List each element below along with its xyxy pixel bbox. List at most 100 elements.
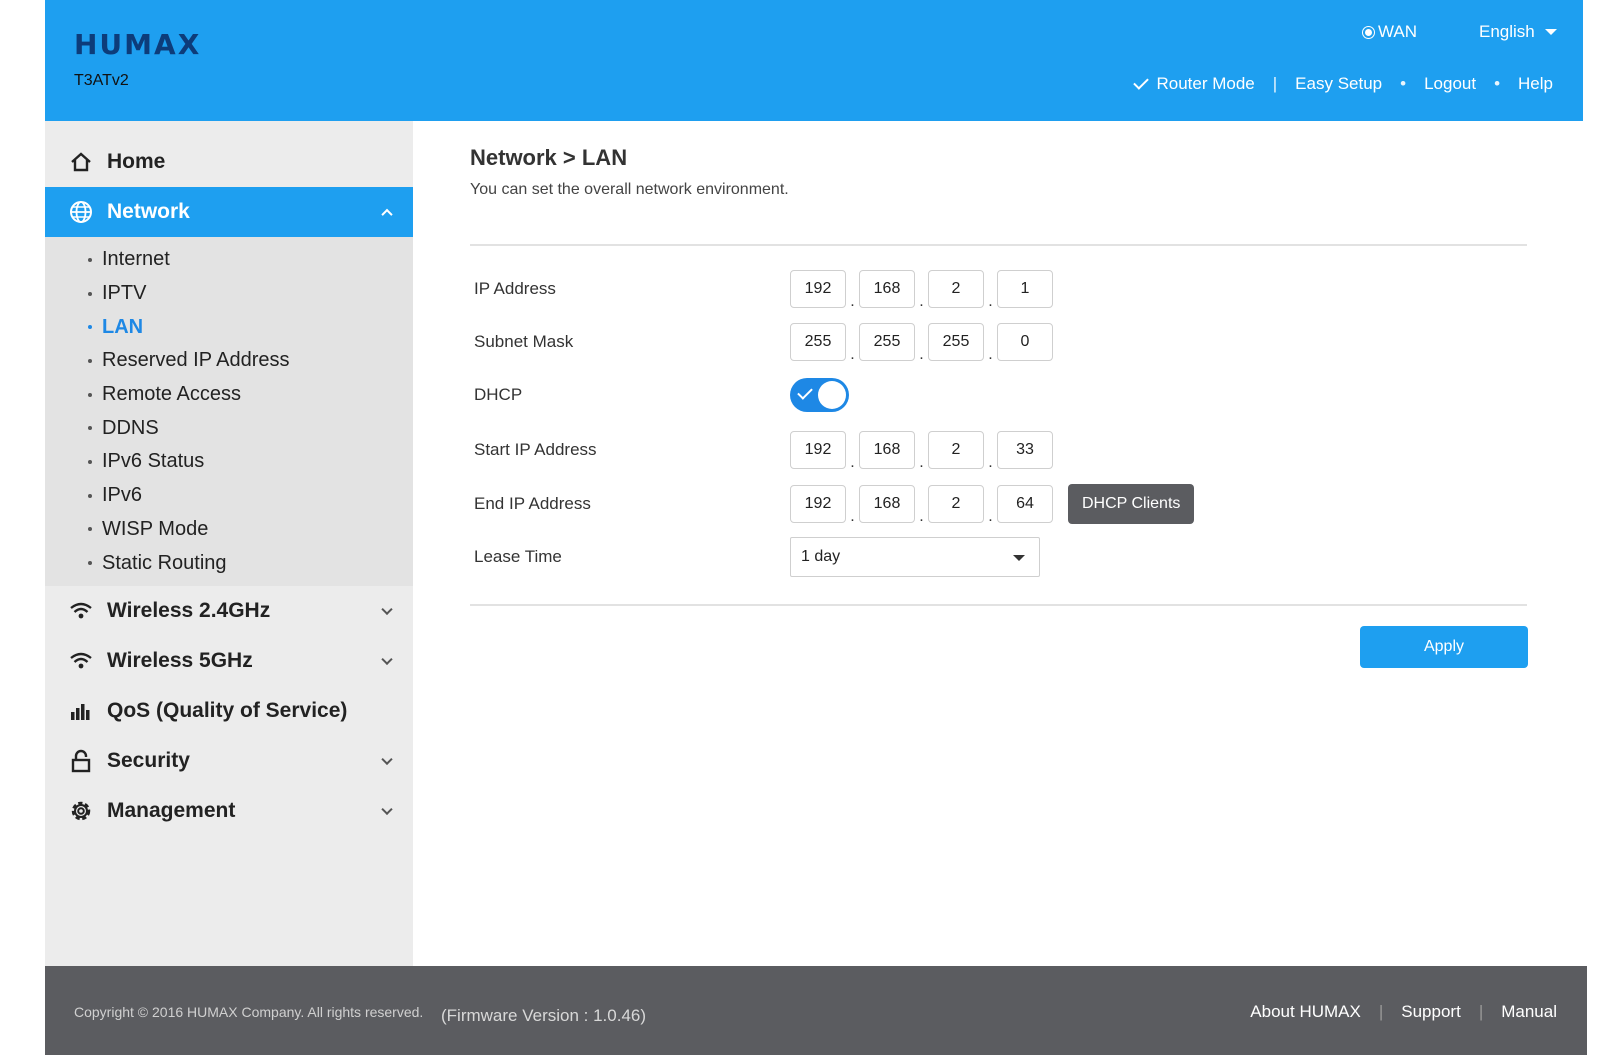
sidebar-item-iptv[interactable]: IPTV: [45, 277, 413, 311]
sidebar-item-wireless-24[interactable]: Wireless 2.4GHz: [45, 586, 413, 636]
bullet-icon: [88, 527, 92, 532]
ip-address-label: IP Address: [474, 279, 556, 298]
subnet-octet-input[interactable]: 255: [928, 323, 984, 361]
subnet-octet-input[interactable]: 255: [790, 323, 846, 361]
octet-separator: .: [919, 454, 924, 471]
bullet-icon: [88, 459, 92, 464]
chevron-down-icon: [381, 803, 393, 815]
sidebar-item-reserved-ip[interactable]: Reserved IP Address: [45, 344, 413, 378]
wan-status-icon: [1363, 26, 1374, 38]
octet-separator: .: [850, 293, 855, 310]
ip-octet-input[interactable]: 168: [859, 270, 915, 308]
globe-icon: [69, 200, 93, 224]
sidebar-item-label: Remote Access: [102, 383, 241, 406]
end-ip-row: End IP Address 192 . 168 . 2 . 64 DHCP C…: [474, 484, 1524, 525]
apply-button[interactable]: Apply: [1360, 626, 1528, 668]
lease-time-label: Lease Time: [474, 547, 562, 566]
start-ip-octet-input[interactable]: 168: [859, 431, 915, 469]
subnet-octet-input[interactable]: 255: [859, 323, 915, 361]
dhcp-toggle[interactable]: [790, 378, 849, 412]
header: HUMAX T3ATv2 WAN English Router Mode | E…: [45, 0, 1583, 121]
footer: Copyright © 2016 HUMAX Company. All righ…: [45, 966, 1587, 1055]
ip-octet-input[interactable]: 192: [790, 270, 846, 308]
ip-octet-input[interactable]: 2: [928, 270, 984, 308]
sidebar-item-label: DDNS: [102, 416, 159, 439]
language-label: English: [1479, 22, 1535, 41]
about-humax-link[interactable]: About HUMAX: [1250, 1002, 1361, 1022]
bullet-icon: [88, 493, 92, 498]
end-ip-octet-input[interactable]: 2: [928, 485, 984, 523]
manual-link[interactable]: Manual: [1501, 1002, 1557, 1022]
wifi-icon: [69, 599, 93, 623]
language-select[interactable]: English: [1479, 22, 1557, 42]
sidebar-item-remote-access[interactable]: Remote Access: [45, 378, 413, 412]
ip-address-fields: 192 . 168 . 2 . 1: [790, 270, 1053, 310]
sidebar-item-internet[interactable]: Internet: [45, 243, 413, 277]
start-ip-row: Start IP Address 192 . 168 . 2 . 33: [474, 430, 1524, 471]
sidebar-item-label: Static Routing: [102, 551, 227, 574]
chevron-up-icon: [381, 208, 393, 221]
start-ip-fields: 192 . 168 . 2 . 33: [790, 431, 1053, 471]
sidebar-item-security[interactable]: Security: [45, 736, 413, 786]
model-name: T3ATv2: [74, 72, 129, 89]
sidebar-item-wireless-5[interactable]: Wireless 5GHz: [45, 636, 413, 686]
subnet-mask-label: Subnet Mask: [474, 332, 574, 351]
footer-separator: |: [1478, 1002, 1484, 1021]
sidebar-item-label: IPv6: [102, 484, 143, 507]
subnet-octet-input[interactable]: 0: [997, 323, 1053, 361]
humax-logo[interactable]: HUMAX: [74, 28, 201, 61]
start-ip-octet-input[interactable]: 2: [928, 431, 984, 469]
end-ip-octet-input[interactable]: 168: [859, 485, 915, 523]
page-description: You can set the overall network environm…: [470, 181, 789, 198]
sidebar-item-label: Wireless 5GHz: [107, 648, 253, 672]
wifi-icon: [69, 649, 93, 673]
sidebar-item-ddns[interactable]: DDNS: [45, 411, 413, 445]
firmware-version: (Firmware Version : 1.0.46): [441, 1006, 647, 1025]
sidebar-item-ipv6-status[interactable]: IPv6 Status: [45, 445, 413, 479]
lease-time-value: 1 day: [801, 548, 841, 565]
octet-separator: .: [988, 346, 993, 363]
lease-time-select[interactable]: 1 day: [790, 537, 1040, 577]
dhcp-clients-button[interactable]: DHCP Clients: [1068, 484, 1195, 524]
easy-setup-link[interactable]: Easy Setup: [1295, 74, 1382, 94]
sidebar-item-qos[interactable]: QoS (Quality of Service): [45, 686, 413, 736]
octet-separator: .: [850, 346, 855, 363]
support-link[interactable]: Support: [1401, 1002, 1461, 1022]
sidebar-item-label: Security: [107, 748, 190, 772]
start-ip-octet-input[interactable]: 33: [997, 431, 1053, 469]
sidebar-item-label: Reserved IP Address: [102, 349, 290, 372]
sidebar-item-home[interactable]: Home: [45, 137, 413, 187]
end-ip-label: End IP Address: [474, 494, 591, 513]
sidebar-item-lan[interactable]: LAN: [45, 310, 413, 344]
sidebar-item-network[interactable]: Network: [45, 187, 413, 237]
check-icon: [797, 384, 813, 400]
bullet-icon: [88, 325, 92, 330]
sidebar-item-ipv6[interactable]: IPv6: [45, 479, 413, 513]
help-link[interactable]: Help: [1518, 74, 1553, 94]
ip-address-row: IP Address 192 . 168 . 2 . 1: [474, 269, 1524, 310]
sidebar-item-management[interactable]: Management: [45, 786, 413, 836]
sidebar-item-label: Wireless 2.4GHz: [107, 598, 271, 622]
nav-separator: •: [1494, 74, 1501, 93]
chevron-down-icon: [381, 753, 393, 765]
copyright-text: Copyright © 2016 HUMAX Company. All righ…: [74, 1004, 424, 1020]
logout-link[interactable]: Logout: [1424, 74, 1476, 94]
sidebar-item-wisp-mode[interactable]: WISP Mode: [45, 513, 413, 547]
nav-separator: |: [1272, 74, 1278, 93]
end-ip-octet-input[interactable]: 64: [997, 485, 1053, 523]
chevron-down-icon: [1013, 555, 1025, 561]
ip-octet-input[interactable]: 1: [997, 270, 1053, 308]
sidebar-item-label: Management: [107, 798, 236, 822]
sidebar-item-static-routing[interactable]: Static Routing: [45, 546, 413, 580]
end-ip-octet-input[interactable]: 192: [790, 485, 846, 523]
top-nav: Router Mode | Easy Setup • Logout • Help: [1133, 73, 1553, 94]
nav-separator: •: [1400, 74, 1407, 93]
octet-separator: .: [850, 454, 855, 471]
divider: [470, 604, 1527, 606]
start-ip-octet-input[interactable]: 192: [790, 431, 846, 469]
end-ip-fields: 192 . 168 . 2 . 64: [790, 485, 1053, 525]
lease-time-row: Lease Time 1 day: [474, 537, 1524, 577]
home-icon: [69, 150, 93, 174]
divider: [470, 244, 1527, 246]
router-mode-link[interactable]: Router Mode: [1156, 74, 1254, 94]
